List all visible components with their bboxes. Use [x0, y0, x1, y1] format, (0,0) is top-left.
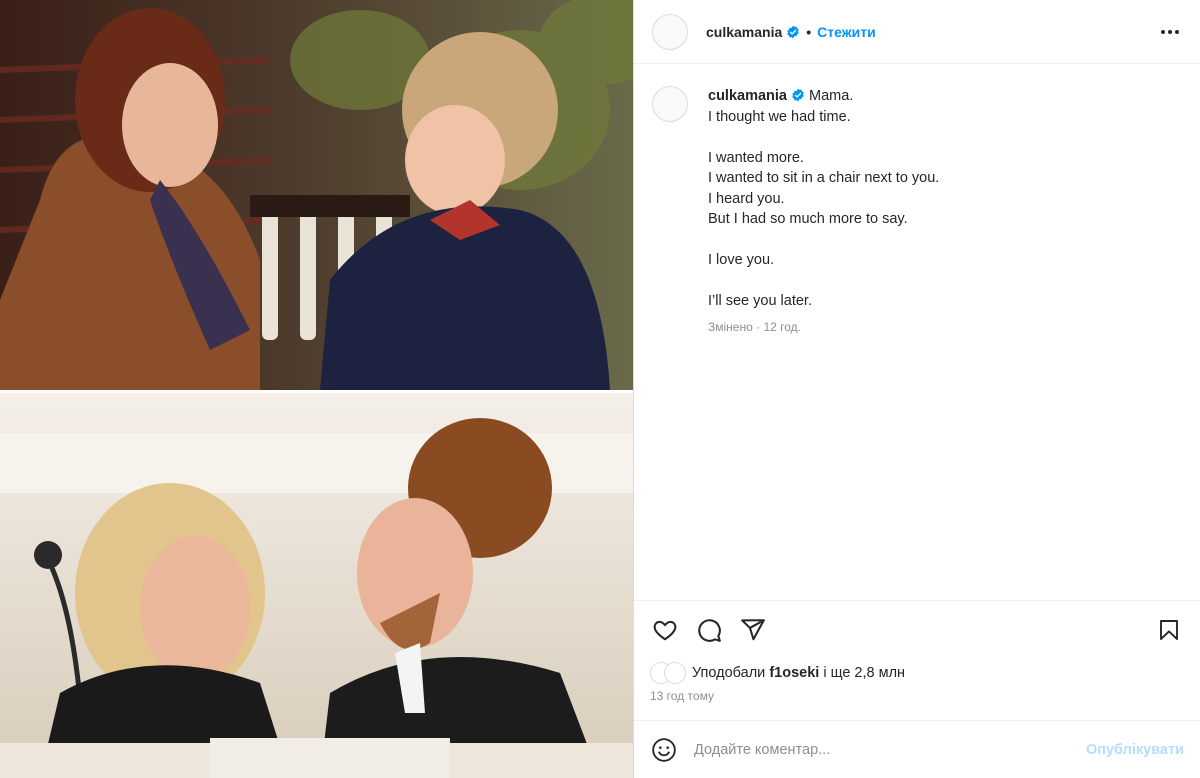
- edited-time: 12 год.: [763, 319, 801, 334]
- liker-avatar[interactable]: [664, 662, 686, 684]
- post-timestamp[interactable]: 13 год тому: [650, 689, 1184, 703]
- post-header: culkamania • Стежити: [634, 0, 1200, 64]
- caption-avatar[interactable]: [652, 86, 688, 122]
- likes-summary: Уподобали f1oseki і ще 2,8 млн: [650, 659, 1184, 687]
- add-comment-bar: Опублікувати: [634, 720, 1200, 778]
- edited-separator: ·: [752, 319, 764, 334]
- emoji-icon[interactable]: [650, 736, 678, 764]
- likes-text[interactable]: Уподобали f1oseki і ще 2,8 млн: [692, 665, 905, 681]
- bookmark-icon[interactable]: [1154, 615, 1184, 645]
- likes-prefix: Уподобали: [692, 665, 770, 681]
- verified-badge-icon: [791, 88, 805, 102]
- header-separator-dot: •: [806, 23, 812, 40]
- post-actions-section: Уподобали f1oseki і ще 2,8 млн 13 год то…: [634, 600, 1200, 720]
- caption-text: culkamania Mama. I thought we had time. …: [708, 86, 1182, 312]
- likes-user[interactable]: f1oseki: [769, 665, 819, 681]
- edited-label: Змінено: [708, 319, 753, 334]
- likes-suffix[interactable]: і ще 2,8 млн: [819, 665, 905, 681]
- photo-top-illustration: [0, 0, 633, 390]
- caption-meta: Змінено · 12 год.: [708, 320, 1182, 334]
- photo-bottom: [0, 393, 633, 778]
- photo-top: [0, 0, 633, 390]
- action-bar: [650, 601, 1184, 659]
- post-media[interactable]: [0, 0, 633, 778]
- publish-comment-button[interactable]: Опублікувати: [1086, 742, 1184, 758]
- caption: culkamania Mama. I thought we had time. …: [652, 86, 1182, 334]
- caption-message: Mama. I thought we had time. I wanted mo…: [708, 88, 940, 309]
- photo-bottom-illustration: [0, 393, 633, 778]
- comments-area: culkamania Mama. I thought we had time. …: [634, 64, 1200, 600]
- verified-badge-icon: [786, 25, 800, 39]
- follow-button[interactable]: Стежити: [817, 24, 876, 40]
- post-panel: culkamania • Стежити culkamania Mama. I …: [633, 0, 1200, 778]
- post-dialog: culkamania • Стежити culkamania Mama. I …: [0, 0, 1200, 778]
- author-username[interactable]: culkamania: [706, 24, 782, 40]
- more-options-icon[interactable]: [1158, 20, 1182, 44]
- comment-input[interactable]: [694, 741, 1086, 758]
- caption-username[interactable]: culkamania: [708, 88, 787, 104]
- caption-body: culkamania Mama. I thought we had time. …: [708, 86, 1182, 334]
- comment-icon[interactable]: [694, 615, 724, 645]
- share-icon[interactable]: [738, 615, 768, 645]
- heart-icon[interactable]: [650, 615, 680, 645]
- author-avatar[interactable]: [652, 13, 688, 50]
